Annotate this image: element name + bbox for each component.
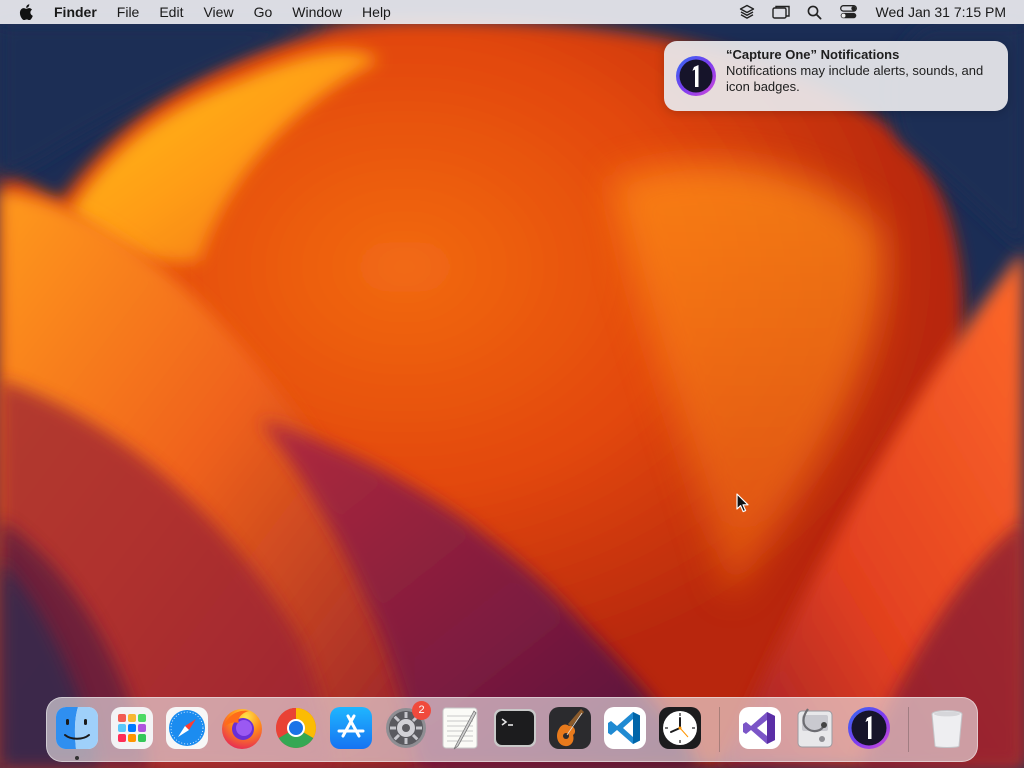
dock-visual-studio[interactable] bbox=[737, 705, 783, 751]
dock-terminal[interactable] bbox=[492, 705, 538, 751]
menu-app-name[interactable]: Finder bbox=[52, 0, 107, 24]
app-store-icon bbox=[330, 707, 372, 749]
menubar-clock[interactable]: Wed Jan 31 7:15 PM bbox=[866, 0, 1012, 24]
dock-chrome[interactable] bbox=[273, 705, 319, 751]
desktop-wallpaper bbox=[0, 0, 1024, 768]
dock-launchpad[interactable] bbox=[109, 705, 155, 751]
dock-textedit[interactable] bbox=[438, 705, 484, 751]
dock-finder[interactable] bbox=[54, 705, 100, 751]
menu-window[interactable]: Window bbox=[282, 0, 352, 24]
launchpad-icon bbox=[111, 707, 153, 749]
menu-help[interactable]: Help bbox=[352, 0, 401, 24]
running-indicator-dot bbox=[75, 756, 79, 760]
menu-go[interactable]: Go bbox=[244, 0, 283, 24]
dock-disk-utility[interactable] bbox=[792, 705, 838, 751]
clock-icon bbox=[659, 707, 701, 749]
dock-app-store[interactable] bbox=[328, 705, 374, 751]
menu-view[interactable]: View bbox=[193, 0, 243, 24]
terminal-icon bbox=[494, 709, 536, 747]
capture-one-icon bbox=[674, 54, 718, 98]
firefox-icon bbox=[222, 709, 262, 749]
textedit-icon bbox=[442, 707, 478, 750]
spotlight-search-icon[interactable] bbox=[798, 0, 832, 24]
dock-separator bbox=[908, 707, 909, 752]
disk-utility-icon bbox=[797, 708, 833, 748]
garageband-icon bbox=[549, 707, 591, 749]
finder-icon bbox=[56, 707, 98, 749]
notification-badge: 2 bbox=[412, 701, 431, 720]
dock-garageband[interactable] bbox=[547, 705, 593, 751]
dock-system-settings[interactable]: 2 bbox=[383, 701, 431, 751]
safari-icon bbox=[166, 707, 208, 749]
vscode-icon bbox=[604, 707, 646, 749]
dock: 2 bbox=[46, 697, 978, 762]
dock-clock[interactable] bbox=[657, 705, 703, 751]
control-center-icon[interactable] bbox=[832, 0, 866, 24]
dock-capture-one[interactable] bbox=[846, 705, 892, 751]
chrome-icon bbox=[276, 708, 316, 748]
visual-studio-icon bbox=[739, 707, 781, 749]
notification-body: Notifications may include alerts, sounds… bbox=[726, 63, 984, 94]
capture-one-icon bbox=[848, 707, 890, 749]
dock-firefox[interactable] bbox=[219, 705, 265, 751]
dock-separator bbox=[719, 707, 720, 752]
mouse-pointer-icon bbox=[736, 493, 750, 513]
menu-bar: Finder File Edit View Go Window Help Wed… bbox=[0, 0, 1024, 24]
menu-file[interactable]: File bbox=[107, 0, 150, 24]
apple-menu-icon[interactable] bbox=[16, 0, 36, 24]
notification-title: “Capture One” Notifications bbox=[726, 47, 900, 62]
trash-icon bbox=[931, 710, 963, 748]
dock-trash[interactable] bbox=[924, 705, 970, 751]
layers-icon[interactable] bbox=[730, 0, 764, 24]
menu-edit[interactable]: Edit bbox=[149, 0, 193, 24]
screen-mirroring-icon[interactable] bbox=[764, 0, 798, 24]
dock-vscode[interactable] bbox=[602, 705, 648, 751]
dock-safari[interactable] bbox=[164, 705, 210, 751]
notification-banner[interactable]: “Capture One” Notifications Notification… bbox=[664, 41, 1008, 111]
